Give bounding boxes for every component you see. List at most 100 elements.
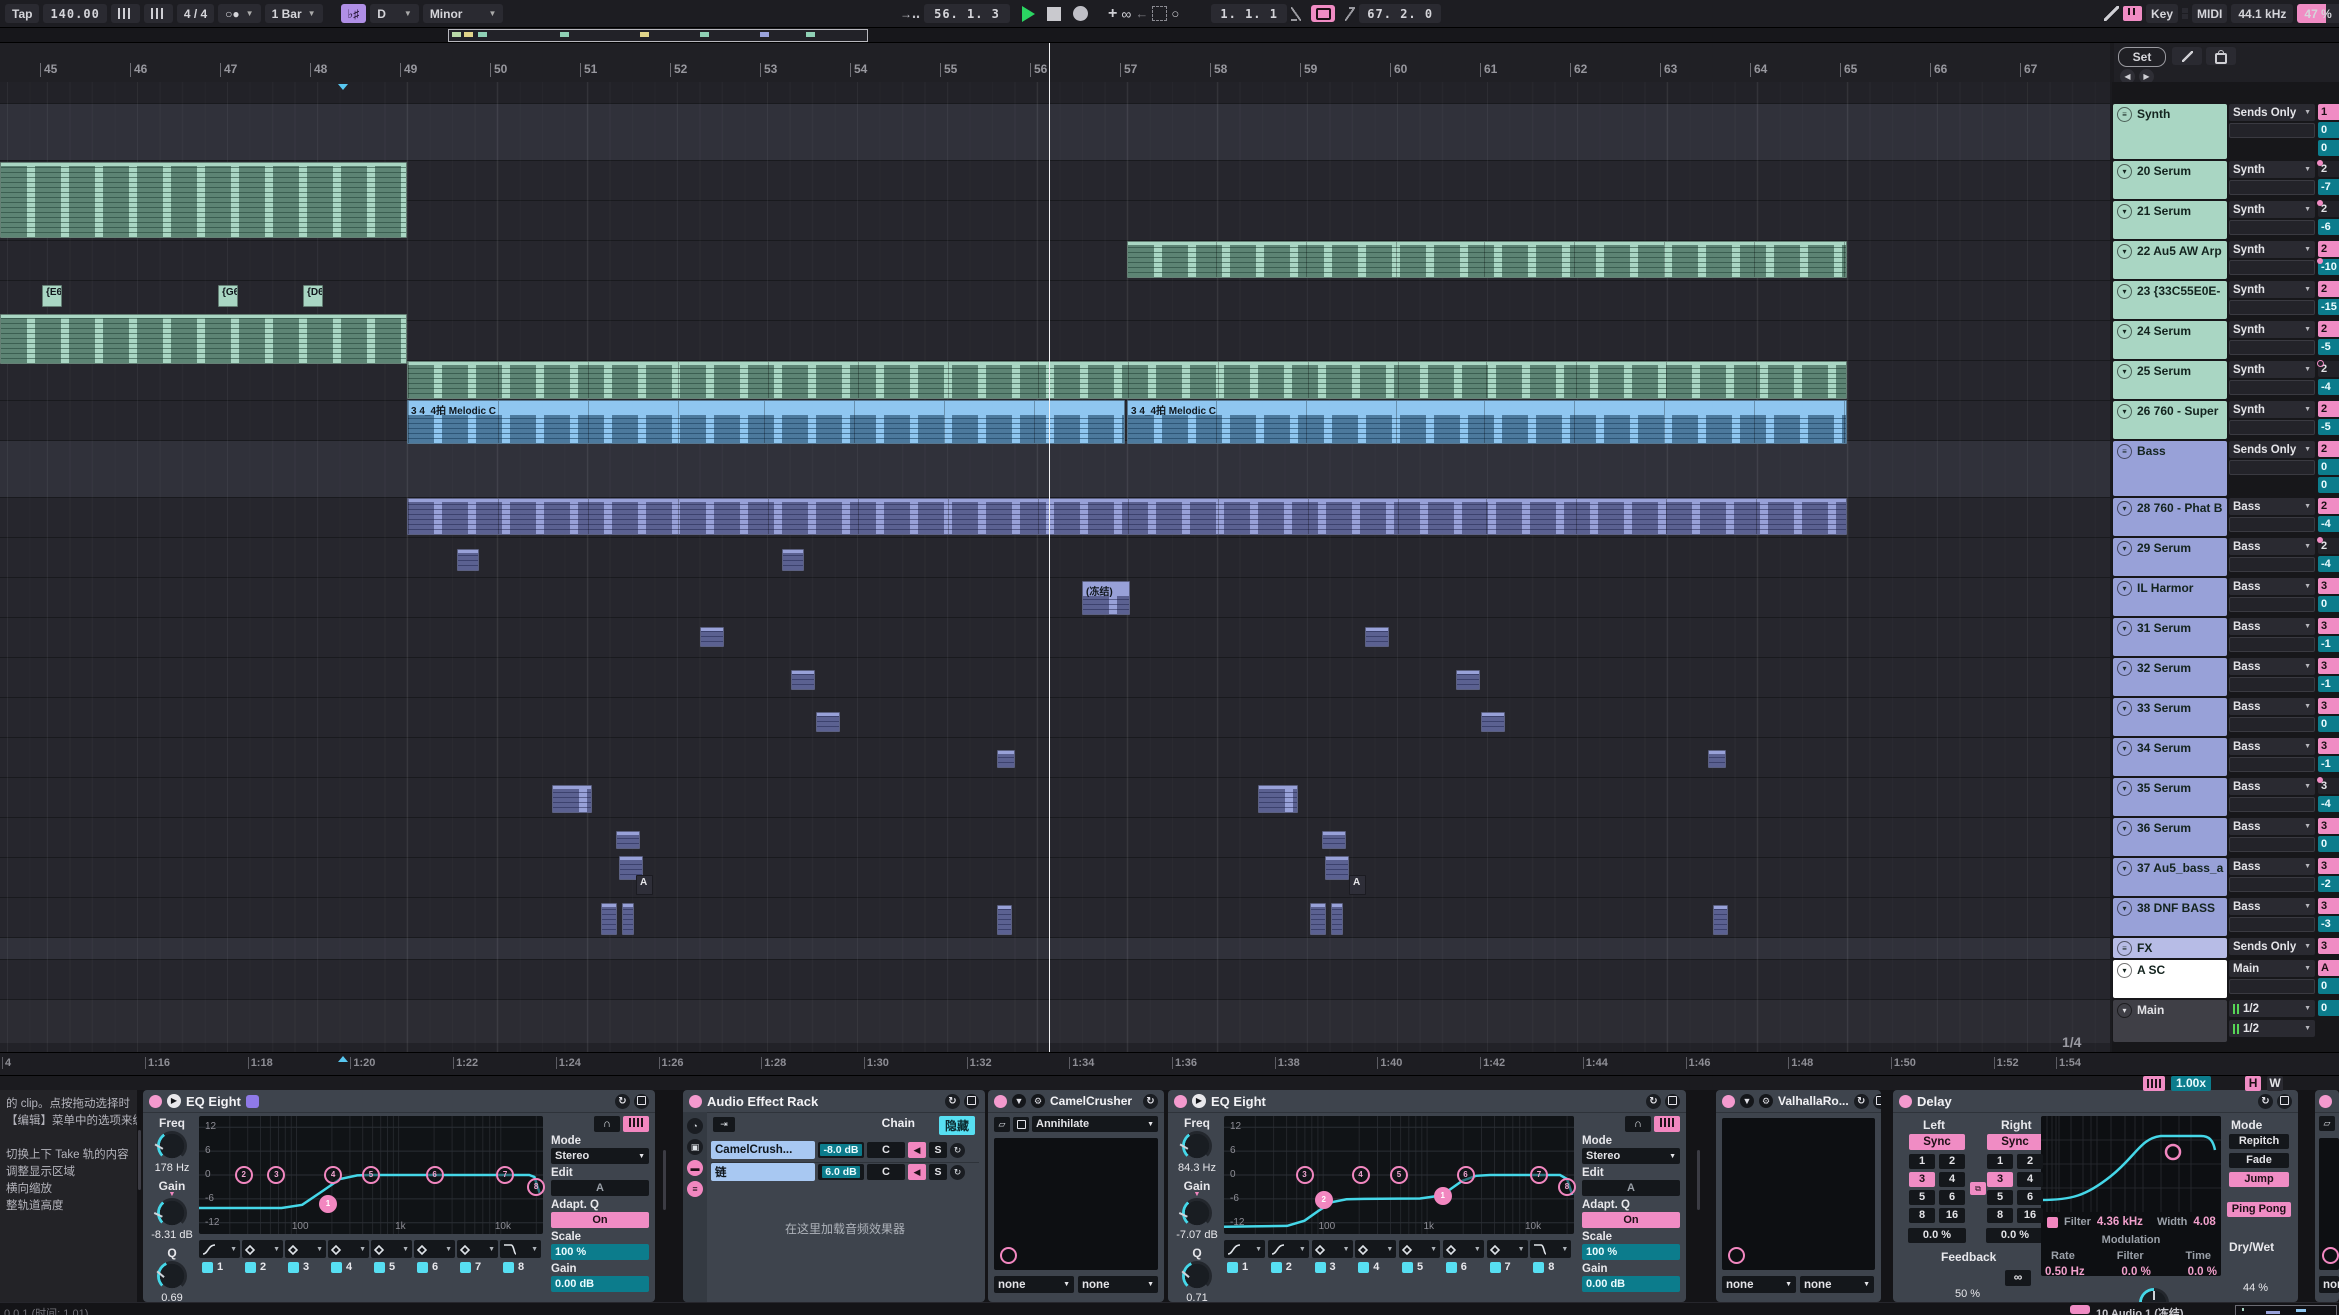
filter-freq-value[interactable]: 4.36 kHz: [2097, 1216, 2143, 1228]
chain-name[interactable]: CamelCrush...: [711, 1141, 815, 1159]
routing-dropdown[interactable]: Bass▼: [2229, 618, 2315, 635]
delay-link-button[interactable]: ⧉: [1970, 1182, 1986, 1195]
input-routing-box[interactable]: [2229, 797, 2315, 812]
delay-beat-right-5[interactable]: 5: [1987, 1190, 2013, 1205]
routing-dropdown[interactable]: 1/2▼: [2229, 1020, 2315, 1037]
unfold-icon[interactable]: ▾: [2117, 581, 2132, 596]
clip[interactable]: [0, 314, 407, 364]
hot-swap-icon[interactable]: ↻: [615, 1094, 630, 1109]
chain-list-icon[interactable]: ≡: [687, 1181, 703, 1197]
band-enable-toggle[interactable]: [1358, 1262, 1369, 1273]
hot-swap-icon[interactable]: ↻: [1646, 1094, 1661, 1109]
capture-midi-icon[interactable]: [1152, 6, 1167, 21]
eq-curve-display[interactable]: 1260-6-121001k10k34567821: [1224, 1116, 1574, 1234]
band-shape-dropdown[interactable]: ▼: [242, 1240, 283, 1258]
unfold-icon[interactable]: ▾: [2117, 284, 2132, 299]
input-routing-box[interactable]: [2229, 340, 2315, 355]
sidechain-source-dropdown[interactable]: non: [2319, 1276, 2339, 1293]
input-routing-box[interactable]: [2229, 717, 2315, 732]
unfold-icon[interactable]: ▾: [2117, 164, 2132, 179]
chain-label[interactable]: Chain: [882, 1116, 915, 1130]
pencil-button[interactable]: [2172, 47, 2202, 65]
eq-curve-display[interactable]: 1260-6-121001k10k23456781: [199, 1116, 543, 1234]
rack-chain-row[interactable]: CamelCrush...-8.0 dBC◀S↻: [711, 1140, 977, 1160]
eq-band-node-3[interactable]: 3: [1296, 1166, 1314, 1184]
eq-band-node-7[interactable]: 7: [1530, 1166, 1548, 1184]
band-enable-toggle[interactable]: [417, 1262, 428, 1273]
gain-value[interactable]: -7.07 dB: [1172, 1229, 1222, 1241]
delay-beat-left-4[interactable]: 4: [1939, 1172, 1965, 1187]
routing-dropdown[interactable]: Main▼: [2229, 960, 2315, 977]
track-value[interactable]: 2: [2318, 538, 2339, 554]
delay-beat-left-16[interactable]: 16: [1939, 1208, 1965, 1223]
macro-knobs-icon[interactable]: ◔: [687, 1118, 703, 1134]
unfold-icon[interactable]: ▾: [2117, 781, 2132, 796]
band-shape-dropdown[interactable]: ▼: [1312, 1240, 1353, 1258]
chain-solo-button[interactable]: S: [929, 1142, 947, 1158]
delay-beat-left-8[interactable]: 8: [1909, 1208, 1935, 1223]
band-enable-toggle[interactable]: [1271, 1262, 1282, 1273]
device-activator[interactable]: [1174, 1095, 1187, 1108]
track-header-26-760-super[interactable]: ▾26 760 - SuperSynth▼2-5: [2112, 400, 2339, 440]
device-activator[interactable]: [1899, 1095, 1912, 1108]
track-header-synth[interactable]: ≡SynthSends Only▼100: [2112, 103, 2339, 160]
unfold-icon[interactable]: ▾: [2117, 901, 2132, 916]
bar-number[interactable]: 58: [1210, 63, 1227, 77]
track-header-fx[interactable]: ≡FXSends Only▼3: [2112, 937, 2339, 959]
delay-beat-left-1[interactable]: 1: [1909, 1154, 1935, 1169]
clip[interactable]: [1481, 712, 1505, 732]
group-fold-icon[interactable]: ≡: [2117, 941, 2132, 956]
delay-beat-left-6[interactable]: 6: [1939, 1190, 1965, 1205]
folder-icon[interactable]: ▱: [994, 1117, 1010, 1132]
punch-in-icon[interactable]: [1291, 7, 1307, 21]
lock-button[interactable]: [2206, 47, 2236, 65]
delay-beat-right-2[interactable]: 2: [2017, 1154, 2043, 1169]
clip[interactable]: [622, 903, 634, 935]
band-enable-toggle[interactable]: [1315, 1262, 1326, 1273]
freq-value[interactable]: 178 Hz: [147, 1162, 197, 1174]
track-header-il-harmor[interactable]: ▾IL HarmorBass▼30: [2112, 577, 2339, 617]
delay-filter-display[interactable]: Filter 4.36 kHz Width 4.08 Modulation Ra…: [2041, 1116, 2221, 1276]
track-header-21-serum[interactable]: ▾21 SerumSynth▼2-6: [2112, 200, 2339, 240]
clip[interactable]: [1365, 627, 1389, 647]
clip[interactable]: [616, 831, 640, 849]
track-value[interactable]: -4: [2318, 556, 2339, 572]
bar-number[interactable]: 51: [580, 63, 597, 77]
fit-height-button[interactable]: H: [2245, 1076, 2261, 1091]
clip-G6[interactable]: {G6: [218, 285, 238, 307]
spectrum-icon[interactable]: [623, 1116, 649, 1132]
unfold-icon[interactable]: ▾: [2117, 821, 2132, 836]
track-value[interactable]: 2: [2318, 241, 2339, 257]
track-value[interactable]: 3: [2318, 658, 2339, 674]
track-value[interactable]: 0: [2318, 596, 2339, 612]
routing-dropdown[interactable]: Bass▼: [2229, 738, 2315, 755]
clip[interactable]: [1456, 670, 1480, 690]
mod-filter-value[interactable]: 0.0 %: [2121, 1266, 2150, 1278]
metronome-button[interactable]: ○●▼: [218, 4, 260, 23]
band-enable-toggle[interactable]: [1446, 1262, 1457, 1273]
track-value[interactable]: 3: [2318, 898, 2339, 914]
track-header-20-serum[interactable]: ▾20 SerumSynth▼2-7: [2112, 160, 2339, 200]
bar-number[interactable]: 50: [490, 63, 507, 77]
routing-dropdown[interactable]: Bass▼: [2229, 658, 2315, 675]
freq-knob[interactable]: [1182, 1131, 1212, 1161]
bar-number[interactable]: 56: [1030, 63, 1047, 77]
arrangement-overview[interactable]: [0, 28, 2339, 43]
record-button[interactable]: [1073, 6, 1088, 21]
clip-[interactable]: (冻结): [1082, 581, 1130, 615]
input-routing-box[interactable]: [2229, 877, 2315, 892]
unfold-icon[interactable]: ▾: [2117, 621, 2132, 636]
macro-variations-icon[interactable]: ▣: [687, 1139, 703, 1155]
track-value[interactable]: -1: [2318, 636, 2339, 652]
track-value[interactable]: -1: [2318, 756, 2339, 772]
hot-swap-icon[interactable]: ↻: [950, 1143, 965, 1158]
track-value[interactable]: -4: [2318, 379, 2339, 395]
clip-D6[interactable]: {D6: [303, 285, 323, 307]
clip-E6[interactable]: {E6: [42, 285, 62, 307]
midi-map-button[interactable]: MIDI: [2192, 4, 2227, 23]
track-header-34-serum[interactable]: ▾34 SerumBass▼3-1: [2112, 737, 2339, 777]
clip[interactable]: [1127, 241, 1847, 278]
save-preset-icon[interactable]: [634, 1094, 649, 1109]
clip[interactable]: [816, 712, 840, 732]
bar-number[interactable]: 49: [400, 63, 417, 77]
